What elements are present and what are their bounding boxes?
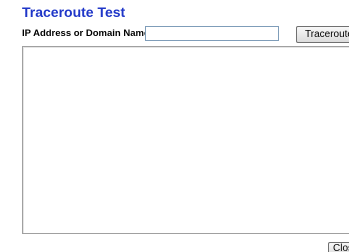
page-title: Traceroute Test	[22, 4, 126, 20]
ip-address-input[interactable]	[145, 26, 279, 41]
ip-address-label: IP Address or Domain Name:	[22, 28, 153, 39]
close-button[interactable]: Close	[328, 242, 349, 252]
traceroute-button[interactable]: Traceroute	[296, 26, 349, 43]
traceroute-test-page: Traceroute Test IP Address or Domain Nam…	[0, 0, 349, 252]
traceroute-output-area[interactable]	[22, 46, 349, 234]
